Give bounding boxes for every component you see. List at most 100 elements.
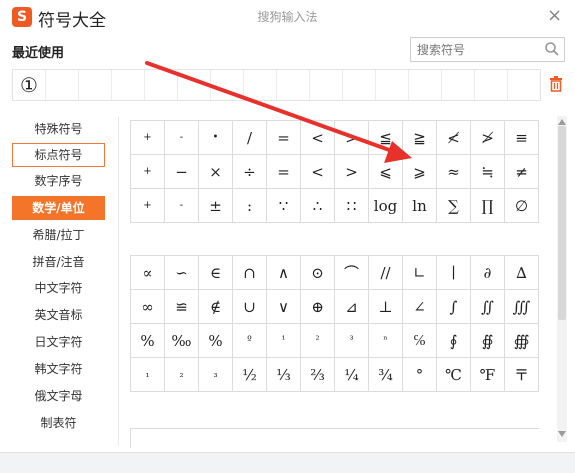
symbol-cell[interactable]: ⅔ bbox=[301, 358, 335, 392]
symbol-cell[interactable]: ∆ bbox=[505, 256, 539, 290]
symbol-cell[interactable]: ∂ bbox=[471, 256, 505, 290]
symbol-cell[interactable]: ÷ bbox=[233, 155, 267, 189]
symbol-cell[interactable]: ½ bbox=[233, 358, 267, 392]
recent-symbol-cell[interactable] bbox=[79, 70, 112, 100]
symbol-cell[interactable]: ln bbox=[403, 189, 437, 223]
symbol-cell[interactable]: - bbox=[165, 189, 199, 223]
symbol-cell[interactable]: - bbox=[165, 121, 199, 155]
recent-symbol-cell[interactable] bbox=[310, 70, 343, 100]
symbol-cell[interactable]: < bbox=[301, 155, 335, 189]
symbol-cell[interactable]: ∪ bbox=[233, 290, 267, 324]
symbol-cell[interactable]: + bbox=[131, 155, 165, 189]
symbol-cell[interactable]: ⊥ bbox=[369, 290, 403, 324]
symbol-cell[interactable]: ⊙ bbox=[301, 256, 335, 290]
symbol-cell[interactable]: ∫ bbox=[437, 290, 471, 324]
symbol-cell[interactable]: ≡ bbox=[505, 121, 539, 155]
symbol-cell[interactable]: > bbox=[335, 121, 369, 155]
symbol-cell[interactable]: ∣ bbox=[437, 256, 471, 290]
symbol-cell[interactable]: 〒 bbox=[505, 358, 539, 392]
symbol-cell[interactable]: ∭ bbox=[505, 290, 539, 324]
recent-symbol-cell[interactable]: ① bbox=[13, 70, 46, 100]
symbol-cell[interactable]: ₁ bbox=[131, 358, 165, 392]
symbol-cell[interactable]: − bbox=[165, 155, 199, 189]
close-button[interactable]: × bbox=[547, 6, 562, 26]
symbol-cell[interactable]: ≠ bbox=[505, 155, 539, 189]
symbol-cell[interactable]: : bbox=[233, 189, 267, 223]
symbol-cell[interactable]: ⩾ bbox=[403, 155, 437, 189]
symbol-cell[interactable]: // bbox=[369, 256, 403, 290]
search-box[interactable] bbox=[410, 37, 565, 62]
symbol-cell[interactable]: log bbox=[369, 189, 403, 223]
symbol-cell[interactable]: ≈ bbox=[437, 155, 471, 189]
symbol-cell[interactable]: < bbox=[301, 121, 335, 155]
symbol-cell[interactable]: ℅ bbox=[403, 324, 437, 358]
sidebar-item-category[interactable]: 数学/单位 bbox=[12, 196, 105, 220]
symbol-cell[interactable]: ⌒ bbox=[335, 256, 369, 290]
search-icon[interactable] bbox=[544, 41, 560, 57]
symbol-cell[interactable]: ² bbox=[301, 324, 335, 358]
symbol-cell[interactable]: ¼ bbox=[335, 358, 369, 392]
symbol-cell[interactable]: ∅ bbox=[505, 189, 539, 223]
recent-symbol-cell[interactable] bbox=[475, 70, 508, 100]
recent-symbol-cell[interactable] bbox=[46, 70, 79, 100]
symbol-cell[interactable]: ° bbox=[403, 358, 437, 392]
symbol-cell[interactable]: • bbox=[199, 121, 233, 155]
symbol-cell[interactable]: > bbox=[335, 155, 369, 189]
recent-symbol-cell[interactable] bbox=[508, 70, 540, 100]
symbol-cell[interactable]: ∬ bbox=[471, 290, 505, 324]
symbol-cell[interactable]: ≌ bbox=[165, 290, 199, 324]
symbol-cell[interactable]: = bbox=[267, 155, 301, 189]
symbol-cell[interactable]: ℉ bbox=[471, 358, 505, 392]
symbol-cell[interactable]: ⊿ bbox=[335, 290, 369, 324]
sidebar-item-category[interactable]: 日文字符 bbox=[12, 330, 105, 354]
symbol-cell[interactable]: ∝ bbox=[131, 256, 165, 290]
recent-symbol-cell[interactable] bbox=[112, 70, 145, 100]
symbol-cell[interactable]: ¾ bbox=[369, 358, 403, 392]
symbol-cell[interactable]: ⩽ bbox=[369, 155, 403, 189]
sidebar-item-category[interactable]: 特殊符号 bbox=[12, 117, 105, 141]
symbol-cell[interactable]: ∽ bbox=[165, 256, 199, 290]
symbol-cell[interactable]: ¹ bbox=[267, 324, 301, 358]
symbol-cell[interactable]: ℃ bbox=[437, 358, 471, 392]
symbol-cell[interactable]: ∩ bbox=[233, 256, 267, 290]
symbol-cell[interactable]: ∏ bbox=[471, 189, 505, 223]
sidebar-item-category[interactable]: 韩文字符 bbox=[12, 357, 105, 381]
trash-icon[interactable] bbox=[549, 76, 563, 92]
scroll-up-arrow-icon[interactable] bbox=[557, 118, 567, 126]
symbol-cell[interactable]: ∞ bbox=[131, 290, 165, 324]
recent-symbol-cell[interactable] bbox=[442, 70, 475, 100]
symbol-cell[interactable]: ≯ bbox=[471, 121, 505, 155]
recent-symbol-cell[interactable] bbox=[376, 70, 409, 100]
recent-symbol-cell[interactable] bbox=[145, 70, 178, 100]
symbol-cell[interactable]: + bbox=[131, 189, 165, 223]
symbol-cell[interactable]: % bbox=[131, 324, 165, 358]
sidebar-item-category[interactable]: 拼音/注音 bbox=[12, 250, 105, 274]
sidebar-item-category[interactable]: 中文字符 bbox=[12, 276, 105, 300]
recent-symbol-cell[interactable] bbox=[343, 70, 376, 100]
scroll-down-arrow-icon[interactable] bbox=[557, 430, 567, 438]
symbol-cell[interactable]: ≧ bbox=[403, 121, 437, 155]
symbol-cell[interactable]: ∵ bbox=[267, 189, 301, 223]
symbol-cell[interactable]: ⅓ bbox=[267, 358, 301, 392]
symbol-cell[interactable]: ∈ bbox=[199, 256, 233, 290]
symbol-cell[interactable]: ± bbox=[199, 189, 233, 223]
sidebar-item-category[interactable]: 希腊/拉丁 bbox=[12, 223, 105, 247]
symbol-cell[interactable]: × bbox=[199, 155, 233, 189]
scrollbar-thumb[interactable] bbox=[558, 126, 566, 320]
sidebar-item-category[interactable]: 俄文字母 bbox=[12, 384, 105, 408]
symbol-cell[interactable]: ³ bbox=[335, 324, 369, 358]
symbol-cell[interactable]: ∯ bbox=[471, 324, 505, 358]
symbol-cell[interactable]: ≒ bbox=[471, 155, 505, 189]
symbol-cell[interactable]: ∰ bbox=[505, 324, 539, 358]
symbol-cell[interactable]: ∉ bbox=[199, 290, 233, 324]
symbol-cell[interactable]: % bbox=[199, 324, 233, 358]
symbol-cell[interactable]: ⁿ bbox=[369, 324, 403, 358]
recent-symbol-cell[interactable] bbox=[277, 70, 310, 100]
symbol-cell[interactable]: ∠ bbox=[403, 290, 437, 324]
sidebar-item-category[interactable]: 制表符 bbox=[12, 411, 105, 435]
symbol-cell[interactable]: ∷ bbox=[335, 189, 369, 223]
symbol-cell[interactable]: ₂ bbox=[165, 358, 199, 392]
recent-symbol-cell[interactable] bbox=[211, 70, 244, 100]
symbol-cell[interactable]: ∟ bbox=[403, 256, 437, 290]
symbol-cell[interactable]: ∑ bbox=[437, 189, 471, 223]
